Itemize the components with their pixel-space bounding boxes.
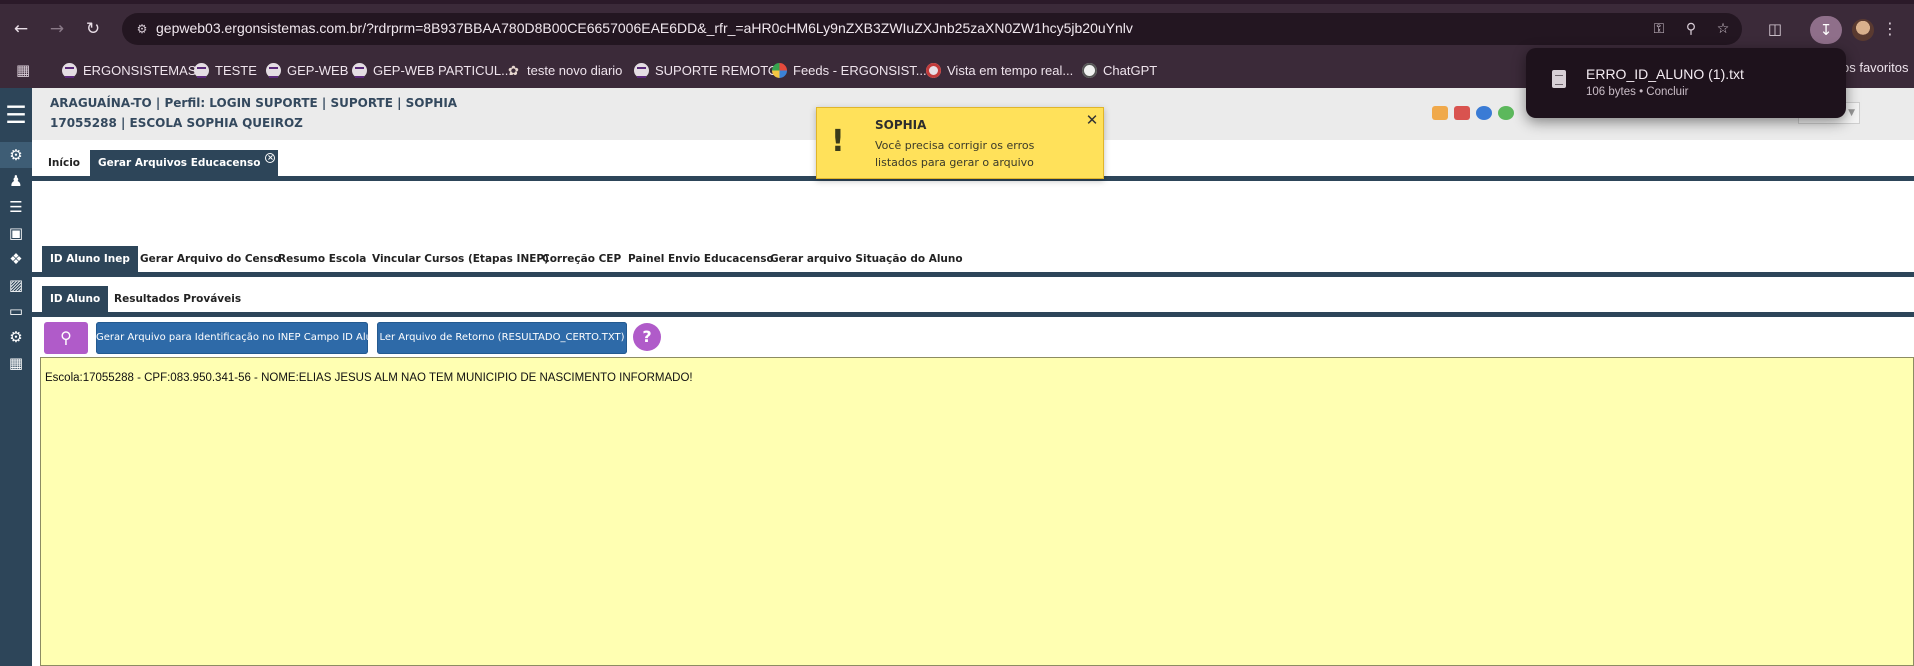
bookmark-item[interactable]: ✿ teste novo diario: [506, 60, 622, 80]
header-context: ARAGUAÍNA-TO | Perfil: LOGIN SUPORTE | S…: [50, 96, 458, 110]
warning-toast: ! SOPHIA Você precisa corrigir os erros …: [816, 107, 1104, 179]
file-icon: [1552, 70, 1566, 88]
table-icon[interactable]: ▦: [0, 350, 32, 376]
back-arrow-icon[interactable]: ←: [10, 18, 32, 40]
map-icon[interactable]: [1454, 106, 1470, 120]
browser-menu-icon[interactable]: ⋮: [1880, 18, 1900, 40]
dropbox-icon[interactable]: ❖: [0, 246, 32, 272]
download-bubble[interactable]: ERRO_ID_ALUNO (1).txt 106 bytes • Conclu…: [1526, 48, 1846, 118]
site-info-icon[interactable]: ⚙: [134, 21, 150, 37]
tab-gerar-arquivo-censo[interactable]: Gerar Arquivo do Censo: [132, 246, 289, 272]
tab-inicio[interactable]: Início: [40, 150, 88, 176]
tab-resultados-provaveis[interactable]: Resultados Prováveis: [106, 286, 249, 312]
download-icon[interactable]: ↧: [1810, 16, 1842, 44]
help-button[interactable]: ?: [633, 323, 661, 351]
forward-arrow-icon[interactable]: →: [46, 18, 68, 40]
close-tab-icon[interactable]: ×: [265, 153, 276, 163]
feeds-icon: [772, 62, 787, 78]
close-icon[interactable]: ✕: [1084, 112, 1100, 128]
hamburger-menu-icon[interactable]: ☰: [0, 100, 32, 130]
header-school: 17055288 | ESCOLA SOPHIA QUEIROZ: [50, 116, 303, 130]
ergon-logo-icon: [62, 62, 77, 78]
bookmark-item[interactable]: Feeds - ERGONSIST...: [772, 60, 927, 80]
download-filename[interactable]: ERRO_ID_ALUNO (1).txt: [1586, 66, 1744, 82]
bookmark-item[interactable]: GEP-WEB PARTICUL...: [352, 60, 512, 80]
ergon-logo-icon: [266, 62, 281, 78]
tab-resumo-escola[interactable]: Resumo Escola: [270, 246, 374, 272]
bookmark-item[interactable]: SUPORTE REMOTO: [634, 60, 778, 80]
ergon-logo-icon: [194, 62, 209, 78]
bookmark-item[interactable]: GEP-WEB: [266, 60, 348, 80]
apps-grid-icon[interactable]: ▦: [16, 60, 36, 80]
bookmark-item[interactable]: ChatGPT: [1082, 60, 1157, 80]
address-url[interactable]: gepweb03.ergonsistemas.com.br/?rdrprm=8B…: [156, 20, 1133, 36]
download-status: 106 bytes • Concluir: [1586, 86, 1689, 98]
result-textarea[interactable]: Escola:17055288 - CPF:083.950.341-56 - N…: [40, 357, 1914, 666]
address-bar[interactable]: ⚙ gepweb03.ergonsistemas.com.br/?rdrprm=…: [122, 13, 1742, 45]
reload-icon[interactable]: ↻: [82, 18, 104, 40]
monitor-icon[interactable]: ▭: [0, 298, 32, 324]
extensions-puzzle-icon[interactable]: ◫: [1764, 18, 1786, 40]
zoom-icon[interactable]: ⚲: [1680, 18, 1702, 40]
generate-inep-file-button[interactable]: Gerar Arquivo para Identificação no INEP…: [96, 322, 384, 354]
search-icon: ⚲: [60, 328, 72, 347]
person-icon[interactable]: ♟: [0, 168, 32, 194]
read-return-file-button[interactable]: Ler Arquivo de Retorno (RESULTADO_CERTO.…: [377, 322, 627, 354]
browser-toolbar: ← → ↻ ⚙ gepweb03.ergonsistemas.com.br/?r…: [0, 4, 1914, 52]
ergon-logo-icon: [352, 62, 367, 78]
target-icon: [926, 62, 941, 78]
card-icon[interactable]: [1432, 106, 1448, 120]
bookmark-item[interactable]: ERGONSISTEMAS: [62, 60, 196, 80]
gear-icon[interactable]: ⚙: [0, 324, 32, 350]
list-icon[interactable]: ☰: [0, 194, 32, 220]
bird-icon: ✿: [508, 62, 519, 78]
bus-icon[interactable]: ▨: [0, 272, 32, 298]
search-button[interactable]: ⚲: [44, 322, 88, 354]
app-sidebar: ☰ ⚙ ♟ ☰ ▣ ❖ ▨ ▭ ⚙ ▦: [0, 88, 32, 666]
divider: [32, 272, 1914, 277]
bookmark-item[interactable]: TESTE: [194, 60, 257, 80]
pie-chart-icon[interactable]: [1476, 106, 1492, 120]
bookmarks-overflow[interactable]: os favoritos: [1842, 60, 1908, 75]
tab-correcao-cep[interactable]: Correção CEP: [534, 246, 629, 272]
tab-painel-envio[interactable]: Painel Envio Educacenso: [620, 246, 782, 272]
password-key-icon[interactable]: ⚿: [1648, 18, 1670, 40]
chatgpt-icon: [1082, 62, 1097, 78]
result-line: Escola:17055288 - CPF:083.950.341-56 - N…: [45, 372, 693, 384]
toast-title: SOPHIA: [875, 118, 927, 132]
header-quick-icons: [1432, 102, 1514, 124]
chevron-down-icon: ▼: [1848, 108, 1855, 118]
tab-gerar-situacao-aluno[interactable]: Gerar arquivo Situação do Aluno: [762, 246, 971, 272]
credit-card-icon[interactable]: ▣: [0, 220, 32, 246]
tab-id-aluno-inep[interactable]: ID Aluno Inep: [42, 246, 138, 272]
ergon-logo-icon: [634, 62, 649, 78]
tab-gerar-arquivos-educacenso[interactable]: Gerar Arquivos Educacenso ×: [90, 150, 279, 176]
tab-id-aluno[interactable]: ID Aluno: [42, 286, 109, 312]
chat-icon[interactable]: [1498, 106, 1514, 120]
profile-avatar[interactable]: [1852, 19, 1874, 41]
warning-exclamation-icon: !: [831, 124, 845, 159]
settings-gears-icon[interactable]: ⚙: [0, 142, 32, 168]
bookmark-item[interactable]: Vista em tempo real...: [926, 60, 1073, 80]
bookmark-star-icon[interactable]: ☆: [1712, 18, 1734, 40]
toast-message: Você precisa corrigir os erros listados …: [875, 139, 1035, 169]
tab-vincular-cursos[interactable]: Vincular Cursos (Etapas INEP): [364, 246, 557, 272]
divider: [32, 312, 1914, 317]
